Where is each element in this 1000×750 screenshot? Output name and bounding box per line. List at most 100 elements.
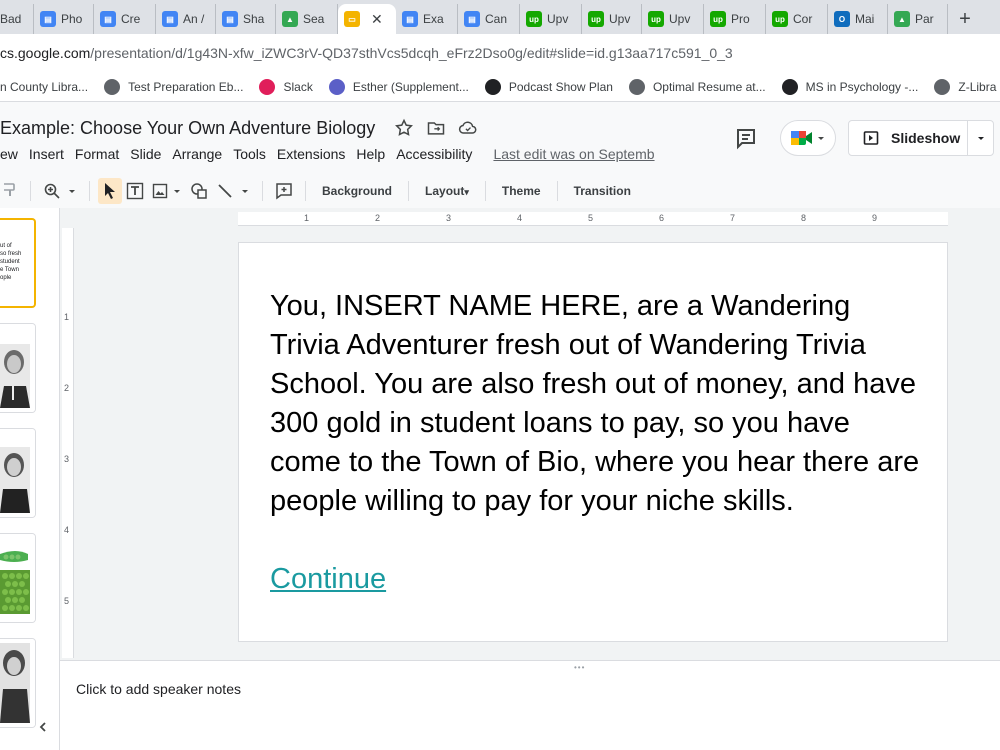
bookmark-item[interactable]: Test Preparation Eb...: [104, 78, 244, 95]
docs-icon: ▤: [402, 11, 418, 27]
line-icon[interactable]: [212, 178, 254, 204]
browser-tab[interactable]: up Pro: [704, 4, 766, 34]
paint-format-icon[interactable]: [0, 178, 22, 204]
layout-label: Layout: [425, 184, 465, 198]
transition-button[interactable]: Transition: [566, 184, 639, 198]
text-box-icon[interactable]: [122, 178, 148, 204]
slide-thumbnail[interactable]: [0, 323, 36, 413]
meet-button[interactable]: [780, 120, 836, 156]
tab-label: Pho: [61, 12, 83, 26]
comments-icon[interactable]: [734, 126, 758, 150]
menu-item[interactable]: Format: [75, 146, 119, 162]
upwork-icon: up: [526, 11, 542, 27]
chevron-down-icon: [816, 133, 826, 143]
browser-tab[interactable]: ▲ Sea: [276, 4, 338, 34]
menu-item[interactable]: Accessibility: [396, 146, 472, 162]
browser-tab[interactable]: ▤ Can: [458, 4, 520, 34]
theme-button[interactable]: Theme: [494, 184, 549, 198]
insert-image-icon[interactable]: [148, 178, 186, 204]
last-edit-link[interactable]: Last edit was on Septemb: [493, 146, 655, 162]
background-button[interactable]: Background: [314, 184, 400, 198]
ruler-number: 2: [64, 383, 70, 393]
bookmark-item[interactable]: n County Libra...: [0, 80, 88, 94]
browser-tab[interactable]: ▭ ✕: [338, 4, 396, 34]
bookmark-item[interactable]: MS in Psychology -...: [781, 78, 918, 95]
browser-tab-strip: ▤Bad▤Pho▤Cre▤An /▤Sha▲Sea▭✕▤Exa▤CanupUpv…: [0, 0, 1000, 34]
drive-icon: ▲: [894, 11, 910, 27]
star-icon[interactable]: [394, 118, 414, 138]
menu-item[interactable]: Help: [356, 146, 385, 162]
document-title[interactable]: Example: Choose Your Own Adventure Biolo…: [0, 118, 375, 139]
browser-tab[interactable]: ▤ Pho: [34, 4, 94, 34]
collapse-filmstrip-button[interactable]: [30, 714, 56, 740]
ruler-number: 1: [64, 312, 70, 322]
menu-item[interactable]: Insert: [29, 146, 64, 162]
ruler-number: 2: [375, 213, 381, 223]
notes-resize-handle[interactable]: •••: [574, 663, 585, 672]
slides-header: Example: Choose Your Own Adventure Biolo…: [0, 102, 1000, 174]
toolbar-divider: [484, 181, 486, 201]
bookmark-item[interactable]: Z-Libra: [934, 78, 996, 95]
ruler-number: 4: [517, 213, 523, 223]
slideshow-main[interactable]: Slideshow: [849, 130, 967, 146]
select-cursor-icon[interactable]: [98, 178, 122, 204]
title-icons: [394, 118, 478, 138]
tab-label: Can: [485, 12, 508, 26]
shape-icon[interactable]: [186, 178, 212, 204]
new-tab-button[interactable]: +: [948, 4, 982, 34]
vertical-ruler[interactable]: 1 2 3 4 5: [62, 228, 74, 658]
menu-item[interactable]: ew: [0, 146, 18, 162]
tab-label: Mai: [855, 12, 875, 26]
speaker-notes-panel[interactable]: ••• Click to add speaker notes: [60, 660, 1000, 750]
layout-button[interactable]: Layout▾: [417, 184, 477, 198]
cloud-saved-icon[interactable]: [458, 118, 478, 138]
close-tab-icon[interactable]: ✕: [371, 11, 383, 28]
browser-tab[interactable]: up Upv: [642, 4, 704, 34]
slide-thumbnail[interactable]: [0, 533, 36, 623]
slide-thumbnail[interactable]: ut of so fresh student e Town ople: [0, 218, 36, 308]
menu-item[interactable]: Tools: [233, 146, 266, 162]
notion-icon: [484, 78, 501, 95]
globe-icon: [628, 78, 645, 95]
bookmark-item[interactable]: Esther (Supplement...: [328, 78, 469, 95]
bookmark-item[interactable]: Podcast Show Plan: [484, 78, 613, 95]
slack-icon: [259, 78, 276, 95]
present-icon: [863, 130, 879, 146]
horizontal-ruler[interactable]: 1 2 3 4 5 6 7 8 9: [238, 212, 948, 226]
bookmark-item[interactable]: Optimal Resume at...: [628, 78, 766, 95]
url-host: cs.google.com: [0, 45, 91, 61]
slide[interactable]: You, INSERT NAME HERE, are a Wandering T…: [238, 242, 948, 642]
browser-tab[interactable]: ▤ Sha: [216, 4, 276, 34]
browser-tab[interactable]: O Mai: [828, 4, 888, 34]
ruler-number: 4: [64, 525, 70, 535]
slideshow-button[interactable]: Slideshow: [848, 120, 994, 156]
browser-tab[interactable]: ▤ Exa: [396, 4, 458, 34]
slide-body-text[interactable]: You, INSERT NAME HERE, are a Wandering T…: [270, 287, 920, 521]
browser-tab[interactable]: ▤ An /: [156, 4, 216, 34]
browser-tab[interactable]: up Upv: [582, 4, 642, 34]
address-bar[interactable]: cs.google.com/presentation/d/1g43N-xfw_i…: [0, 34, 1000, 72]
browser-tab[interactable]: ▲ Par: [888, 4, 948, 34]
url-text[interactable]: cs.google.com/presentation/d/1g43N-xfw_i…: [0, 45, 733, 61]
browser-tab[interactable]: ▤Bad: [0, 4, 34, 34]
menu-item[interactable]: Slide: [130, 146, 161, 162]
bookmark-item[interactable]: Slack: [259, 78, 313, 95]
zoom-icon[interactable]: [39, 178, 81, 204]
slide-thumbnail[interactable]: [0, 428, 36, 518]
bookmark-label: Test Preparation Eb...: [128, 79, 244, 94]
menu-item[interactable]: Extensions: [277, 146, 345, 162]
portrait-image-icon: [0, 324, 35, 412]
move-to-folder-icon[interactable]: [426, 118, 446, 138]
tab-label: Exa: [423, 12, 444, 26]
menu-item[interactable]: Arrange: [172, 146, 222, 162]
bookmarks-bar: n County Libra... Test Preparation Eb... S…: [0, 72, 1000, 102]
browser-tab[interactable]: ▤ Cre: [94, 4, 156, 34]
continue-link[interactable]: Continue: [270, 560, 386, 599]
browser-tab[interactable]: up Upv: [520, 4, 582, 34]
speaker-notes-placeholder[interactable]: Click to add speaker notes: [76, 681, 241, 697]
browser-tab[interactable]: up Cor: [766, 4, 828, 34]
slideshow-dropdown[interactable]: [967, 120, 993, 156]
docs-icon: ▤: [40, 11, 56, 27]
add-comment-icon[interactable]: [271, 178, 297, 204]
editing-toolbar: Background Layout▾ Theme Transition: [0, 174, 1000, 208]
